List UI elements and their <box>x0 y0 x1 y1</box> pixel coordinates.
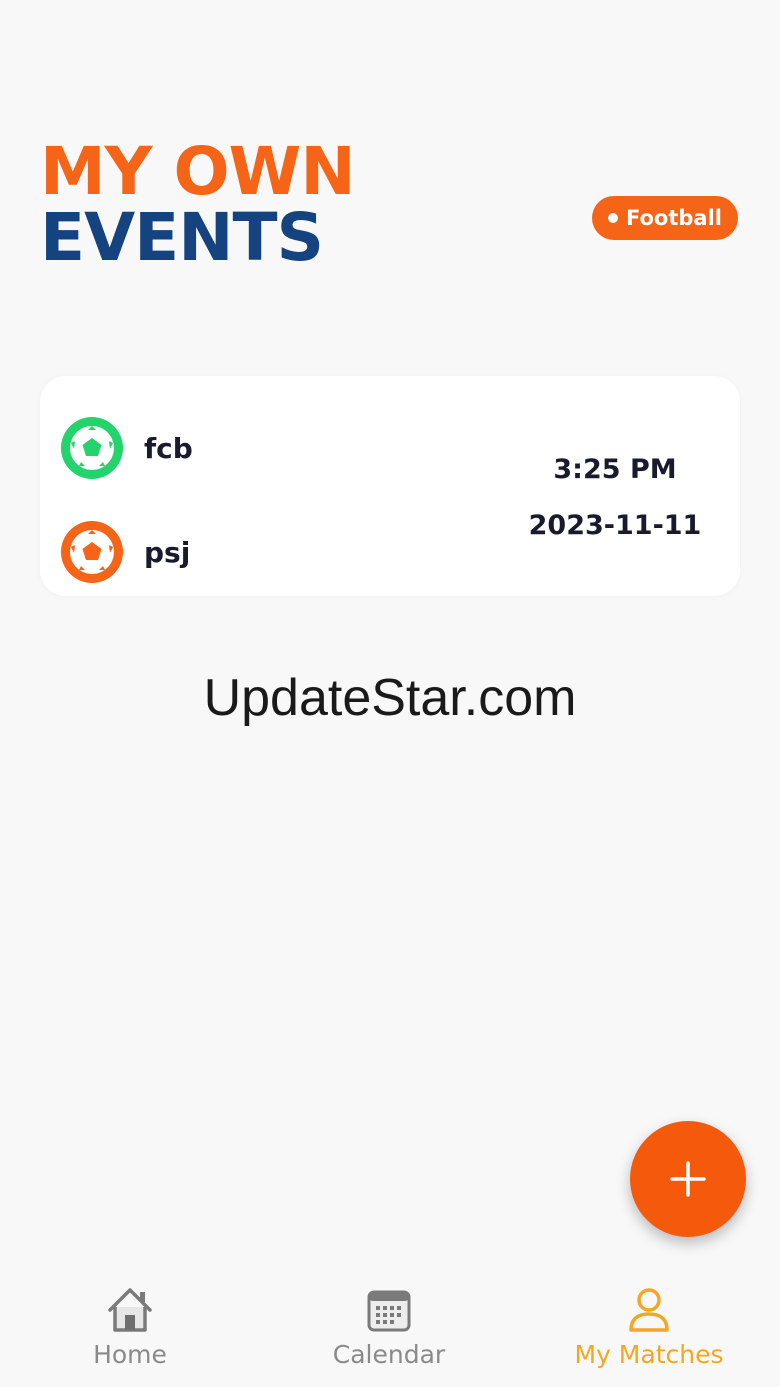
plus-icon <box>670 1161 706 1197</box>
away-team: psj <box>60 520 190 584</box>
nav-label-home: Home <box>93 1340 167 1369</box>
home-team-name: fcb <box>144 431 193 465</box>
watermark-text: UpdateStar.com <box>203 669 577 727</box>
home-icon <box>108 1288 152 1332</box>
page-title-line1: MY OWN <box>40 133 356 210</box>
bottom-navigation: Home Calendar My Matches <box>0 1270 780 1387</box>
match-time: 3:25 PM <box>553 454 677 485</box>
nav-item-my-matches[interactable]: My Matches <box>549 1284 749 1369</box>
nav-item-calendar[interactable]: Calendar <box>289 1284 489 1369</box>
chip-dot-icon <box>608 213 618 223</box>
nav-label-calendar: Calendar <box>332 1340 446 1369</box>
add-match-button[interactable] <box>630 1121 746 1237</box>
nav-item-home[interactable]: Home <box>30 1284 230 1369</box>
match-card[interactable]: fcb psj 3:25 PM 2023-11-11 <box>40 376 740 596</box>
calendar-icon <box>367 1290 411 1332</box>
away-team-name: psj <box>144 535 191 569</box>
match-date: 2023-11-11 <box>528 510 702 541</box>
nav-label-my-matches: My Matches <box>574 1340 724 1369</box>
soccer-ball-icon <box>61 417 123 479</box>
page-title: MY OWN EVENTS <box>40 133 356 276</box>
my-events-screen: MY OWN EVENTS Football fcb psj 3:25 PM 2… <box>0 0 780 1387</box>
home-team: fcb <box>60 416 193 480</box>
soccer-ball-icon <box>61 521 123 583</box>
sport-filter-chip[interactable]: Football <box>592 196 738 240</box>
person-icon <box>629 1288 669 1332</box>
page-title-line2: EVENTS <box>40 199 324 276</box>
sport-filter-label: Football <box>626 206 722 230</box>
